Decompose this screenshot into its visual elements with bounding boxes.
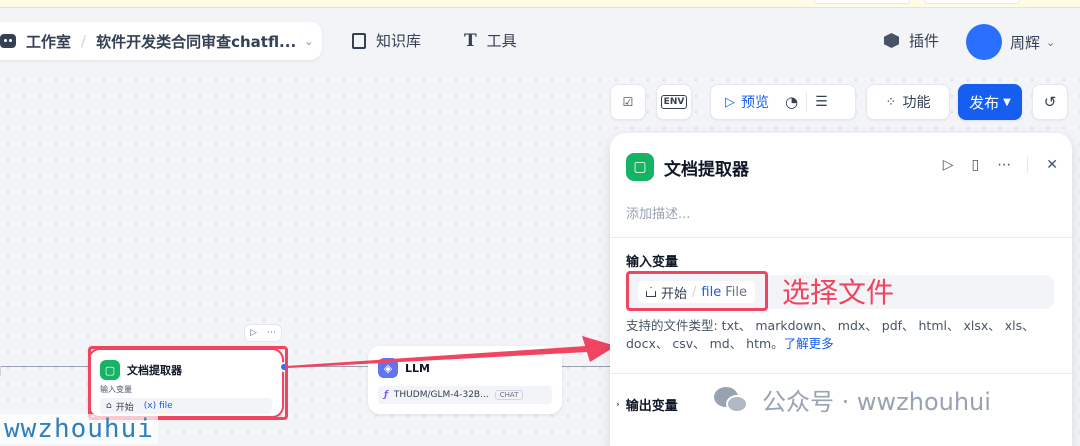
book-icon <box>352 32 366 49</box>
chevron-right-icon: › <box>616 399 620 410</box>
input-section-title: 输入变量 <box>626 255 679 270</box>
llm-node[interactable]: ◈ LLM ƒ THUDM/GLM-4-32B... CHAT <box>368 346 562 414</box>
notice-strip <box>0 0 1080 8</box>
llm-node-title: LLM <box>405 361 430 375</box>
output-section-toggle[interactable]: › 输出变量 <box>616 395 678 414</box>
node-run-controls[interactable]: ▷ ⋯ <box>244 324 282 342</box>
plugin-label: 插件 <box>909 32 940 50</box>
nav-knowledge-label: 知识库 <box>376 32 422 50</box>
studio-link[interactable]: 工作室 <box>26 31 71 52</box>
app-name[interactable]: 软件开发类合同审查chatfl... <box>96 31 296 52</box>
highlight-box <box>626 271 768 311</box>
watermark-text: 公众号 · wwzhouhui <box>762 388 991 416</box>
list-icon[interactable]: ☰ <box>815 94 828 110</box>
divider <box>610 237 1072 238</box>
edge-start-end <box>0 366 1 376</box>
play-icon[interactable]: ▷ <box>250 328 257 338</box>
close-icon[interactable]: ✕ <box>1046 157 1058 173</box>
help-book-icon[interactable]: ▯ <box>972 157 980 173</box>
app-header: 工作室 / 软件开发类合同审查chatfl... ⌄ 知识库 T 工具 插件 周… <box>0 8 1080 72</box>
history-button[interactable]: ↺ <box>1032 84 1068 120</box>
divider <box>610 373 1072 374</box>
edge-start <box>0 366 12 367</box>
env-button[interactable]: ENV <box>656 84 692 120</box>
user-name: 周辉 <box>1010 33 1041 52</box>
chevron-down-icon: ⌄ <box>1046 35 1056 49</box>
edge-start-doc <box>12 366 88 367</box>
breadcrumb-separator: / <box>81 32 87 50</box>
nav-tools-label: 工具 <box>486 32 517 50</box>
more-icon[interactable]: ⋯ <box>997 157 1011 173</box>
checklist-button[interactable]: ☑ <box>610 84 646 120</box>
more-icon[interactable]: ⋯ <box>267 328 276 338</box>
supported-types: 支持的文件类型: txt、 markdown、 mdx、 pdf、 html、 … <box>626 317 1066 353</box>
notice-button[interactable] <box>814 0 910 4</box>
panel-title[interactable]: 文档提取器 <box>664 155 749 180</box>
feature-label: 功能 <box>902 95 931 111</box>
panel-actions: ▷ ▯ ⋯ ✕ <box>925 157 1058 173</box>
env-icon: ENV <box>660 95 688 109</box>
llm-icon: ◈ <box>378 358 398 378</box>
panel-header: ▢ 文档提取器 <box>626 153 749 181</box>
avatar[interactable] <box>966 24 1002 60</box>
chevron-down-icon[interactable]: ⌄ <box>304 35 313 48</box>
notice-button[interactable] <box>924 0 1020 4</box>
wechat-icon <box>714 385 750 415</box>
history-icon: ↺ <box>1043 93 1057 111</box>
output-section-title: 输出变量 <box>625 399 678 414</box>
annotation-label: 选择文件 <box>782 276 895 309</box>
play-icon[interactable]: ▷ <box>725 95 735 110</box>
cube-icon <box>884 33 899 48</box>
user-menu[interactable]: 周辉 ⌄ <box>966 24 1055 60</box>
tool-icon: T <box>464 30 477 51</box>
breadcrumb[interactable]: 工作室 / 软件开发类合同审查chatfl... ⌄ <box>0 22 322 60</box>
run-node-icon[interactable]: ▷ <box>943 157 954 173</box>
edge-doc-llm <box>286 366 368 367</box>
history-clock-icon[interactable]: ◔ <box>785 93 798 111</box>
bottom-watermark: wwzhouhui <box>0 414 158 444</box>
description-input[interactable]: 添加描述... <box>626 203 690 222</box>
publish-button[interactable]: 发布 ▼ <box>958 84 1022 120</box>
wechat-watermark: 公众号 · wwzhouhui <box>714 382 991 417</box>
divider <box>1027 157 1029 173</box>
nav-tools[interactable]: T 工具 <box>464 30 517 51</box>
doc-extractor-icon: ▢ <box>626 153 654 181</box>
highlight-box <box>88 346 288 420</box>
model-provider-icon: ƒ <box>384 390 388 400</box>
learn-more-link[interactable]: 了解更多 <box>784 336 834 351</box>
nav-knowledge[interactable]: 知识库 <box>352 30 421 51</box>
divider <box>806 92 808 112</box>
feature-icon: ⁘ <box>885 94 897 110</box>
publish-label: 发布 <box>969 93 1000 112</box>
node-title: ◈ LLM <box>378 358 430 378</box>
chevron-down-icon: ▼ <box>1003 96 1011 108</box>
llm-model-name: THUDM/GLM-4-32B... <box>393 390 489 400</box>
edge-llm-out <box>562 366 610 367</box>
preview-group: ▷ 预览 ◔ ☰ <box>710 84 856 120</box>
llm-mode-badge: CHAT <box>494 390 524 400</box>
robot-icon <box>0 34 16 48</box>
llm-model-chip: ƒ THUDM/GLM-4-32B... CHAT <box>378 386 552 404</box>
preview-button[interactable]: 预览 <box>741 92 769 112</box>
checklist-icon: ☑ <box>622 95 634 109</box>
feature-button[interactable]: ⁘ 功能 <box>866 84 950 120</box>
plugin-link[interactable]: 插件 <box>884 30 939 51</box>
